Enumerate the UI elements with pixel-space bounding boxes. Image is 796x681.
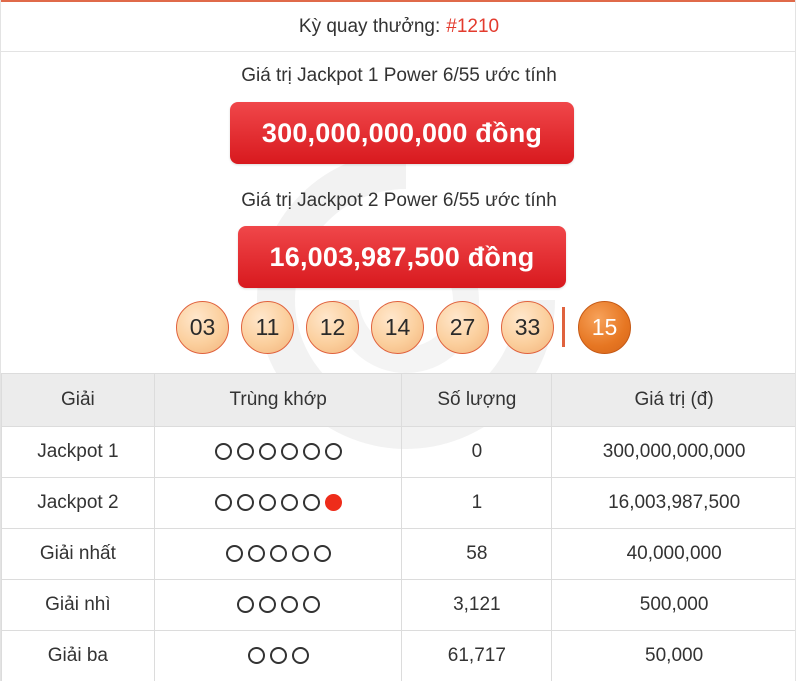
table-row: Giải ba 61,717 50,000 bbox=[1, 630, 795, 681]
empty-circle-icon bbox=[291, 647, 309, 665]
empty-circle-icon bbox=[313, 545, 331, 563]
number-ball: 12 bbox=[306, 300, 359, 354]
empty-circle-icon bbox=[269, 647, 287, 665]
table-row: Giải nhì 3,121 500,000 bbox=[1, 579, 795, 631]
empty-circle-icon bbox=[324, 443, 342, 461]
prize-value: 500,000 bbox=[551, 579, 795, 631]
power-circle-icon bbox=[324, 494, 342, 512]
prize-name: Giải nhất bbox=[1, 528, 155, 580]
match-indicator bbox=[153, 528, 403, 580]
empty-circle-icon bbox=[236, 443, 254, 461]
winner-quantity: 3,121 bbox=[401, 579, 553, 631]
draw-number[interactable]: #1210 bbox=[446, 16, 499, 38]
winning-numbers: 03 11 12 14 27 33 15 bbox=[176, 299, 643, 355]
empty-circle-icon bbox=[302, 494, 320, 512]
empty-circle-icon bbox=[214, 443, 232, 461]
empty-circle-icon bbox=[280, 443, 298, 461]
jackpot1-label: Giá trị Jackpot 1 Power 6/55 ước tính bbox=[241, 65, 557, 86]
empty-circle-icon bbox=[236, 494, 254, 512]
match-circles bbox=[214, 443, 342, 461]
header-prize: Giải bbox=[1, 373, 155, 427]
number-ball: 11 bbox=[241, 300, 294, 354]
draw-label: Kỳ quay thưởng: bbox=[298, 15, 441, 37]
match-indicator bbox=[153, 579, 403, 631]
empty-circle-icon bbox=[280, 494, 298, 512]
prize-value: 40,000,000 bbox=[551, 528, 795, 580]
empty-circle-icon bbox=[258, 494, 276, 512]
winner-quantity: 58 bbox=[401, 528, 553, 580]
match-circles bbox=[236, 596, 320, 614]
jackpot1-value-box: 300,000,000,000 đồng bbox=[230, 102, 574, 164]
empty-circle-icon bbox=[247, 545, 265, 563]
power-ball: 15 bbox=[578, 300, 631, 354]
match-circles bbox=[214, 494, 342, 512]
prize-table: Giải Trùng khớp Số lượng Giá trị (đ) Jac… bbox=[1, 373, 795, 681]
empty-circle-icon bbox=[236, 596, 254, 614]
number-ball: 03 bbox=[176, 300, 229, 354]
table-header-row: Giải Trùng khớp Số lượng Giá trị (đ) bbox=[1, 373, 795, 427]
match-indicator bbox=[153, 426, 403, 478]
empty-circle-icon bbox=[280, 596, 298, 614]
empty-circle-icon bbox=[214, 494, 232, 512]
empty-circle-icon bbox=[225, 545, 243, 563]
winner-quantity: 0 bbox=[401, 426, 553, 478]
jackpot2-value-box: 16,003,987,500 đồng bbox=[238, 226, 566, 288]
header-match: Trùng khớp bbox=[153, 373, 403, 427]
empty-circle-icon bbox=[258, 443, 276, 461]
prize-name: Jackpot 1 bbox=[1, 426, 155, 478]
prize-value: 50,000 bbox=[551, 630, 795, 681]
prize-value: 300,000,000,000 bbox=[551, 426, 795, 478]
match-circles bbox=[225, 545, 331, 563]
table-row: Giải nhất 58 40,000,000 bbox=[1, 528, 795, 580]
power-separator bbox=[562, 307, 565, 347]
match-indicator bbox=[153, 477, 403, 529]
header-value: Giá trị (đ) bbox=[551, 373, 795, 427]
match-indicator bbox=[153, 630, 403, 681]
winner-quantity: 61,717 bbox=[401, 630, 553, 681]
table-row: Jackpot 1 0 300,000,000,000 bbox=[1, 426, 795, 478]
empty-circle-icon bbox=[302, 596, 320, 614]
header-quantity: Số lượng bbox=[401, 373, 553, 427]
number-ball: 14 bbox=[371, 300, 424, 354]
empty-circle-icon bbox=[269, 545, 287, 563]
prize-name: Jackpot 2 bbox=[1, 477, 155, 529]
empty-circle-icon bbox=[291, 545, 309, 563]
jackpot2-label: Giá trị Jackpot 2 Power 6/55 ước tính bbox=[241, 190, 557, 211]
prize-name: Giải ba bbox=[1, 630, 155, 681]
results-panel: Kỳ quay thưởng: #1210 Giá trị Jackpot 1 … bbox=[0, 0, 796, 681]
empty-circle-icon bbox=[302, 443, 320, 461]
empty-circle-icon bbox=[247, 647, 265, 665]
prize-value: 16,003,987,500 bbox=[551, 477, 795, 529]
draw-header: Kỳ quay thưởng: #1210 bbox=[1, 2, 795, 52]
match-circles bbox=[247, 647, 309, 665]
empty-circle-icon bbox=[258, 596, 276, 614]
table-row: Jackpot 2 1 16,003,987,500 bbox=[1, 477, 795, 529]
winner-quantity: 1 bbox=[401, 477, 553, 529]
number-ball: 27 bbox=[436, 300, 489, 354]
prize-name: Giải nhì bbox=[1, 579, 155, 631]
number-ball: 33 bbox=[501, 300, 554, 354]
